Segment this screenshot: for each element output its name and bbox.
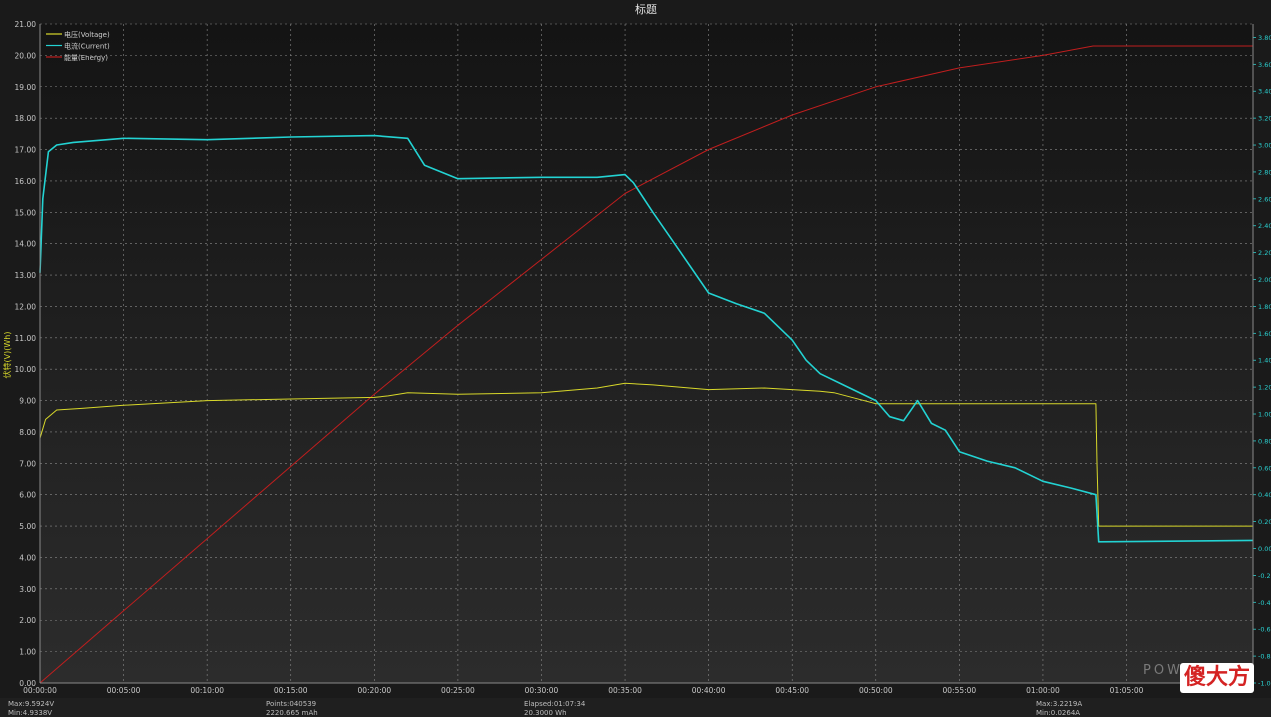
x-tick-label: 00:45:00	[775, 686, 809, 695]
site-stamp-watermark: 傻大方	[1180, 663, 1254, 693]
y-left-tick-label: 7.00	[19, 459, 36, 468]
y-right-tick-label: 0.60	[1258, 464, 1271, 472]
status-footer: Max:9.5924V Min:4.9338V Points:040539 22…	[0, 698, 1271, 717]
y-right-tick-label: 2.60	[1258, 195, 1271, 203]
y-right-tick-label: 1.60	[1258, 330, 1271, 338]
y-left-tick-label: 12.00	[15, 302, 37, 311]
x-tick-label: 01:00:00	[1026, 686, 1060, 695]
x-tick-label: 00:05:00	[107, 686, 141, 695]
y-right-tick-label: -0.60	[1258, 626, 1271, 634]
y-right-tick-label: 3.40	[1258, 88, 1271, 96]
y-left-tick-label: 15.00	[15, 208, 37, 217]
min-current: Min:0.0264A	[1036, 709, 1081, 717]
chart-title: 标题	[635, 2, 657, 16]
y-left-tick-label: 18.00	[15, 114, 37, 123]
legend-label: 能量(Energy)	[64, 53, 108, 62]
y-left-tick-label: 17.00	[15, 146, 37, 155]
y-right-tick-label: 1.40	[1258, 357, 1271, 365]
y-right-tick-label: 1.80	[1258, 303, 1271, 311]
y-right-tick-label: -0.20	[1258, 572, 1271, 580]
legend-label: 电流(Current)	[64, 42, 110, 51]
y-left-tick-label: 1.00	[19, 648, 36, 657]
y-left-tick-label: 13.00	[15, 271, 37, 280]
y-left-tick-label: 19.00	[15, 83, 37, 92]
y-right-tick-label: 2.40	[1258, 222, 1271, 230]
x-tick-label: 00:55:00	[943, 686, 977, 695]
y-left-tick-label: 16.00	[15, 177, 37, 186]
x-tick-label: 00:50:00	[859, 686, 893, 695]
brand-watermark: POW	[1143, 663, 1183, 678]
y-left-tick-label: 10.00	[15, 365, 37, 374]
y-left-tick-label: 8.00	[19, 428, 36, 437]
energy-readout: 20.3000 Wh	[524, 709, 567, 717]
x-tick-label: 00:40:00	[692, 686, 726, 695]
legend-label: 电压(Voltage)	[64, 30, 110, 39]
x-tick-label: 00:20:00	[357, 686, 391, 695]
y-right-tick-label: 0.40	[1258, 491, 1271, 499]
y-axis-label: 伏特(V)(Wh)	[2, 332, 12, 379]
max-current: Max:3.2219A	[1036, 700, 1083, 708]
y-right-tick-label: 3.00	[1258, 142, 1271, 150]
y-right-tick-label: -1.00	[1258, 680, 1271, 688]
y-right-tick-label: 3.60	[1258, 61, 1271, 69]
x-tick-label: 00:00:00	[23, 686, 57, 695]
y-left-tick-label: 4.00	[19, 553, 36, 562]
y-left-tick-label: 21.00	[15, 20, 37, 29]
y-right-tick-label: 2.80	[1258, 168, 1271, 176]
y-left-tick-label: 20.00	[15, 51, 37, 60]
y-left-tick-label: 5.00	[19, 522, 36, 531]
y-right-tick-label: 1.20	[1258, 384, 1271, 392]
y-right-tick-label: 2.00	[1258, 276, 1271, 284]
x-tick-label: 00:15:00	[274, 686, 308, 695]
y-right-tick-label: 3.80	[1258, 34, 1271, 42]
y-right-tick-label: 0.80	[1258, 437, 1271, 445]
x-tick-label: 00:10:00	[190, 686, 224, 695]
points-count: Points:040539	[266, 700, 317, 708]
y-right-tick-label: -0.40	[1258, 599, 1271, 607]
capacity-readout: 2220.665 mAh	[266, 709, 318, 717]
y-left-tick-label: 2.00	[19, 616, 36, 625]
y-right-tick-label: 0.00	[1258, 545, 1271, 553]
chart-window: 0.00 1.00 2.00 3.00 4.00 5.00 6.00 7.00 8.00 9.00…	[0, 0, 1271, 717]
chart-canvas: 0.00 1.00 2.00 3.00 4.00 5.00 6.00 7.00 8.00 9.00…	[0, 0, 1271, 698]
y-left-tick-label: 3.00	[19, 585, 36, 594]
x-tick-label: 00:25:00	[441, 686, 475, 695]
x-tick-label: 00:35:00	[608, 686, 642, 695]
y-right-tick-label: -0.80	[1258, 653, 1271, 661]
elapsed-time: Elapsed:01:07:34	[524, 700, 586, 708]
max-voltage: Max:9.5924V	[8, 700, 55, 708]
y-left-tick-label: 14.00	[15, 240, 37, 249]
y-left-tick-label: 9.00	[19, 397, 36, 406]
min-voltage: Min:4.9338V	[8, 709, 53, 717]
plot-area	[40, 24, 1253, 683]
y-right-tick-label: 2.20	[1258, 249, 1271, 257]
y-left-tick-label: 11.00	[15, 334, 37, 343]
y-right-tick-label: 0.20	[1258, 518, 1271, 526]
y-right-tick-label: 1.00	[1258, 411, 1271, 419]
y-right-tick-label: 3.20	[1258, 115, 1271, 123]
x-tick-label: 01:05:00	[1110, 686, 1144, 695]
x-tick-label: 00:30:00	[525, 686, 559, 695]
y-left-tick-label: 6.00	[19, 491, 36, 500]
